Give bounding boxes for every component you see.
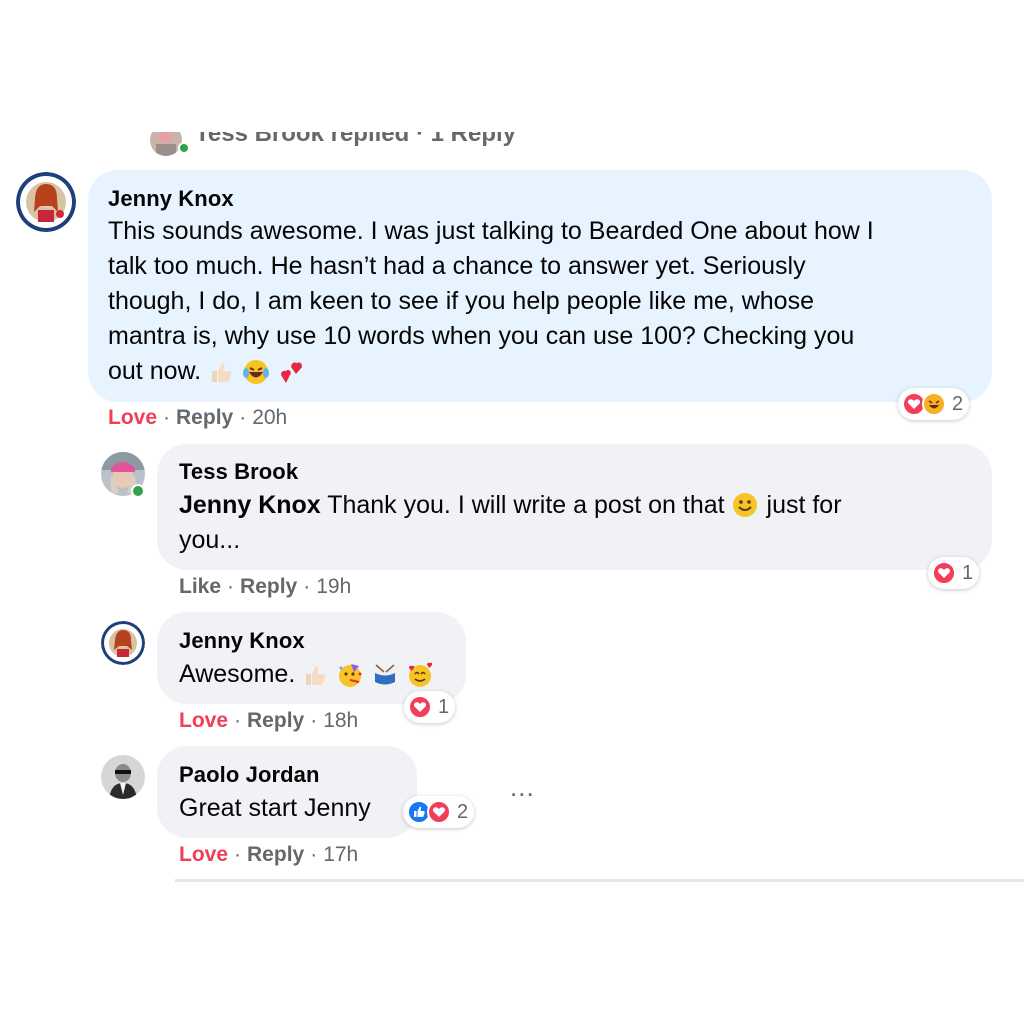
timestamp[interactable]: 18h xyxy=(323,709,358,732)
comment-text: Jenny Knox Thank you. I will write a pos… xyxy=(179,488,979,558)
separator: · xyxy=(163,406,171,429)
avatar-jenny-knox[interactable] xyxy=(16,172,76,232)
separator: · xyxy=(239,406,247,429)
comment-line-text: just for xyxy=(759,491,842,519)
separator: · xyxy=(310,709,318,732)
reply-button[interactable]: Reply xyxy=(240,575,297,598)
comment-line: out now. xyxy=(108,354,978,390)
comment-line-text: out now. xyxy=(108,357,202,385)
timestamp[interactable]: 17h xyxy=(323,843,358,866)
love-button[interactable]: Love xyxy=(108,406,157,429)
party-face-emoji-icon xyxy=(339,663,362,687)
emoji-group xyxy=(208,355,306,390)
reaction-summary[interactable]: 2 xyxy=(898,388,970,420)
love-reaction-icon xyxy=(427,800,451,824)
comment-text: This sounds awesome. I was just talking … xyxy=(108,214,978,390)
love-reaction-icon xyxy=(408,695,432,719)
comment-actions: Love · Reply · 18h xyxy=(179,709,358,733)
reaction-count: 2 xyxy=(457,800,469,823)
love-reaction-icon xyxy=(932,561,956,585)
reply-button[interactable]: Reply xyxy=(247,709,304,732)
comment-author[interactable]: Paolo Jordan xyxy=(179,762,320,788)
comment-actions: Like · Reply · 19h xyxy=(179,575,351,599)
comment-line-text: Thank you. I will write a post on that xyxy=(320,491,732,519)
love-button[interactable]: Love xyxy=(179,843,228,866)
top-mask xyxy=(0,100,1024,132)
comment-actions: Love · Reply · 17h xyxy=(179,843,358,867)
timestamp[interactable]: 19h xyxy=(316,575,351,598)
comment-text: Great start Jenny xyxy=(179,794,371,822)
timestamp[interactable]: 20h xyxy=(252,406,287,429)
drum-emoji-icon xyxy=(375,664,396,685)
separator: · xyxy=(310,843,318,866)
avatar-jenny-knox[interactable] xyxy=(101,621,145,665)
reply-button[interactable]: Reply xyxy=(247,843,304,866)
reply-input-edge xyxy=(175,879,1024,882)
online-indicator xyxy=(131,484,145,498)
haha-reaction-icon xyxy=(922,392,946,416)
comment-line: Jenny Knox Thank you. I will write a pos… xyxy=(179,488,979,523)
slight-smile-emoji-icon xyxy=(732,493,757,517)
reaction-summary[interactable]: 1 xyxy=(404,691,456,723)
comment-text: Awesome. xyxy=(179,657,435,693)
separator: · xyxy=(234,709,242,732)
online-indicator xyxy=(178,142,190,154)
love-button[interactable]: Love xyxy=(179,709,228,732)
separator: · xyxy=(227,575,235,598)
comment-author[interactable]: Jenny Knox xyxy=(108,186,234,212)
more-options-button[interactable]: ... xyxy=(510,774,535,800)
thumbs-up-emoji-icon xyxy=(306,665,326,685)
separator: · xyxy=(234,843,242,866)
avatar-paolo-jordan[interactable] xyxy=(101,755,145,799)
comment-line: This sounds awesome. I was just talking … xyxy=(108,217,874,245)
like-button[interactable]: Like xyxy=(179,575,221,598)
comment-author[interactable]: Jenny Knox xyxy=(179,628,305,654)
comment-line-text: Awesome. xyxy=(179,660,296,688)
smiling-hearts-emoji-icon xyxy=(409,662,433,687)
comment-line: you... xyxy=(179,526,241,554)
separator: · xyxy=(303,575,311,598)
reaction-count: 2 xyxy=(952,392,964,415)
thumbs-up-emoji-icon xyxy=(212,362,232,382)
reaction-summary[interactable]: 2 xyxy=(403,796,475,828)
comment-author[interactable]: Tess Brook xyxy=(179,459,298,485)
comment-line: talk too much. He hasn’t had a chance to… xyxy=(108,252,806,280)
two-hearts-emoji-icon xyxy=(281,362,302,383)
comment-line: mantra is, why use 10 words when you can… xyxy=(108,322,855,350)
laughing-tears-emoji-icon xyxy=(243,359,270,384)
mention-link[interactable]: Jenny Knox xyxy=(179,491,321,519)
emoji-group xyxy=(302,658,435,693)
reaction-count: 1 xyxy=(438,695,450,718)
comment-actions: Love · Reply · 20h xyxy=(108,406,287,430)
reply-button[interactable]: Reply xyxy=(176,406,233,429)
reaction-count: 1 xyxy=(962,561,974,584)
comment-line: though, I do, I am keen to see if you he… xyxy=(108,287,814,315)
reaction-summary[interactable]: 1 xyxy=(928,557,980,589)
